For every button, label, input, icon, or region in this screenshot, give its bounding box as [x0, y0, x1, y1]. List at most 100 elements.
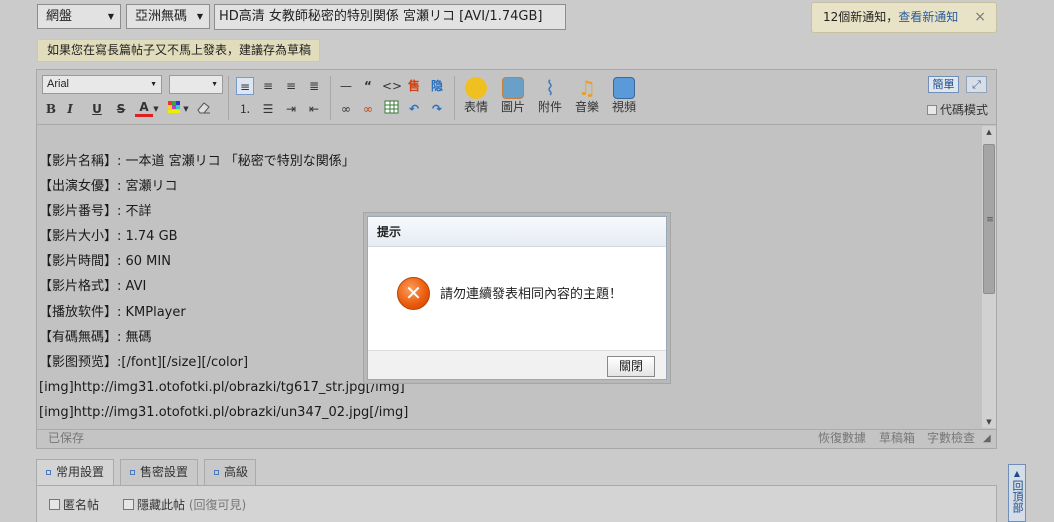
paperclip-icon: ⌇ [545, 76, 555, 100]
chevron-down-icon[interactable]: ▼ [152, 100, 160, 118]
outdent-icon[interactable]: ⇤ [305, 100, 323, 118]
tab-bullet-icon [214, 470, 219, 475]
editor-scrollbar[interactable]: ▲ ≡ ▼ [982, 126, 996, 428]
code-mode-checkbox[interactable] [927, 105, 937, 115]
quote-icon[interactable]: “ [359, 77, 377, 95]
subject-input[interactable]: HD高清 女教師秘密的特別関係 宮瀬リコ [AVI/1.74GB] [214, 4, 566, 30]
italic-icon[interactable]: I [61, 100, 79, 118]
align-center-icon[interactable]: ≡ [259, 77, 277, 95]
hide-post-label: 隱藏此帖 [137, 498, 186, 512]
chevron-down-icon: ▼ [150, 81, 157, 88]
undo-icon[interactable]: ↶ [405, 100, 423, 118]
align-justify-icon[interactable]: ≣ [305, 77, 323, 95]
bold-icon[interactable]: B [42, 100, 60, 118]
toolbar-separator [228, 76, 229, 120]
restore-data-link[interactable]: 恢復數據 [818, 430, 866, 447]
align-right-icon[interactable]: ≡ [282, 77, 300, 95]
image-icon [502, 77, 524, 99]
tab-bullet-icon [130, 470, 135, 475]
scrollbar-thumb[interactable]: ≡ [983, 144, 995, 294]
code-mode-label: 代碼模式 [940, 103, 989, 117]
anonymous-label: 匿名帖 [63, 498, 100, 512]
attachment-button[interactable]: ⌇ 附件 [535, 77, 565, 114]
image-label: 圖片 [500, 100, 525, 114]
content-line: 【出演女優】: 宮瀬リコ [39, 179, 178, 195]
tab-sell-settings[interactable]: 售密設置 [120, 459, 198, 486]
code-mode-toggle[interactable]: 代碼模式 [927, 101, 988, 118]
font-family-select[interactable]: Arial ▼ [42, 75, 162, 94]
editor-statusbar: 已保存 恢復數據 草稿箱 字數檢查 ◢ [37, 429, 996, 448]
tab-advanced[interactable]: 高級 [204, 459, 256, 486]
content-line: 【影片時間】: 60 MIN [39, 254, 171, 270]
link-icon[interactable]: ∞ [337, 100, 355, 118]
content-line: 【影片格式】: AVI [39, 279, 147, 295]
tab-common-settings[interactable]: 常用設置 [36, 459, 114, 486]
video-button[interactable]: 視頻 [609, 77, 639, 114]
tab-label: 高級 [224, 465, 249, 479]
saved-status: 已保存 [48, 431, 85, 445]
editor-toolbar: Arial ▼ ▼ B I U S A ▼ ▼ ≡ ≡ ≡ ≣ ⒈ ☰ ⇥ ⇤ —… [37, 70, 996, 125]
chevron-down-icon: ▼ [211, 81, 218, 88]
content-line: 【影图预览】:[/font][/size][/color] [39, 354, 249, 370]
music-label: 音樂 [574, 100, 599, 114]
unlink-icon[interactable]: ∞ [359, 100, 377, 118]
indent-icon[interactable]: ⇥ [282, 100, 300, 118]
attachment-label: 附件 [537, 100, 562, 114]
underline-icon[interactable]: U [88, 100, 106, 118]
toolbar-separator [330, 76, 331, 120]
unordered-list-icon[interactable]: ☰ [259, 100, 277, 118]
content-line: 【影片大小】: 1.74 GB [39, 229, 178, 245]
drafts-link[interactable]: 草稿箱 [879, 430, 915, 447]
image-button[interactable]: 圖片 [498, 77, 528, 114]
close-icon[interactable]: × [974, 3, 986, 32]
strikethrough-icon[interactable]: S [112, 100, 130, 118]
eraser-icon[interactable] [194, 100, 212, 118]
font-size-select[interactable]: ▼ [169, 75, 223, 94]
hide-post-note: (回復可見) [188, 498, 247, 512]
content-line: [img]http://img31.otofotki.pl/obrazki/tg… [39, 379, 405, 395]
resize-handle-icon[interactable]: ◢ [983, 430, 991, 447]
font-family-value: Arial [47, 78, 70, 90]
up-arrow-icon: ▲ [1013, 469, 1021, 478]
chevron-down-icon: ▼ [196, 12, 203, 21]
tab-bullet-icon [46, 470, 51, 475]
ordered-list-icon[interactable]: ⒈ [236, 100, 254, 118]
redo-icon[interactable]: ↷ [428, 100, 446, 118]
font-color-icon[interactable]: A [135, 100, 153, 117]
simple-mode-button[interactable]: 簡單 [928, 76, 959, 93]
music-button[interactable]: ♫ 音樂 [572, 77, 602, 114]
category-select[interactable]: 網盤 ▼ [37, 4, 121, 29]
view-notifications-link[interactable]: 查看新通知 [898, 10, 958, 24]
subcategory-select[interactable]: 亞洲無碼 ▼ [126, 4, 210, 29]
scroll-down-icon[interactable]: ▼ [982, 418, 996, 426]
dialog-title: 提示 [368, 217, 666, 247]
back-to-top-button[interactable]: ▲ 回頂部 [1008, 464, 1026, 522]
category-select-value: 網盤 [46, 9, 73, 24]
chevron-down-icon[interactable]: ▼ [182, 100, 190, 118]
word-count-link[interactable]: 字數檢查 [927, 430, 975, 447]
content-line: 【播放软件】: KMPlayer [39, 304, 186, 320]
code-icon[interactable]: <> [382, 77, 402, 95]
content-line: 【影片番号】: 不詳 [39, 204, 152, 220]
video-label: 視頻 [611, 100, 636, 114]
emoticon-button[interactable]: 表情 [461, 77, 491, 114]
anonymous-option[interactable]: 匿名帖 [49, 496, 99, 513]
align-left-icon[interactable]: ≡ [236, 77, 254, 95]
horizontal-rule-icon[interactable]: — [337, 77, 355, 95]
close-button[interactable]: 關閉 [607, 356, 655, 377]
sell-icon[interactable]: 售 [405, 77, 423, 95]
alert-dialog: 提示 ✕ 請勿連續發表相同內容的主題！ 關閉 [367, 216, 667, 380]
scroll-up-icon[interactable]: ▲ [982, 128, 996, 136]
content-line: [img]http://img31.otofotki.pl/obrazki/un… [39, 404, 409, 420]
fullscreen-icon[interactable]: ⤢ [966, 76, 987, 93]
background-color-icon[interactable] [165, 100, 183, 118]
hide-post-checkbox[interactable] [123, 499, 134, 510]
draft-tip: 如果您在寫長篇帖子又不馬上發表，建議存為草稿 [37, 39, 320, 62]
table-icon[interactable] [382, 100, 400, 118]
content-line: 【影片名稱】: 一本道 宮瀬リコ 「秘密で特別な関係」 [39, 154, 355, 169]
dialog-message: 請勿連續發表相同內容的主題！ [440, 287, 623, 302]
hide-post-option[interactable]: 隱藏此帖 (回復可見) [123, 496, 246, 513]
emoticon-label: 表情 [463, 100, 488, 114]
anonymous-checkbox[interactable] [49, 499, 60, 510]
hide-icon[interactable]: 隐 [428, 77, 446, 95]
